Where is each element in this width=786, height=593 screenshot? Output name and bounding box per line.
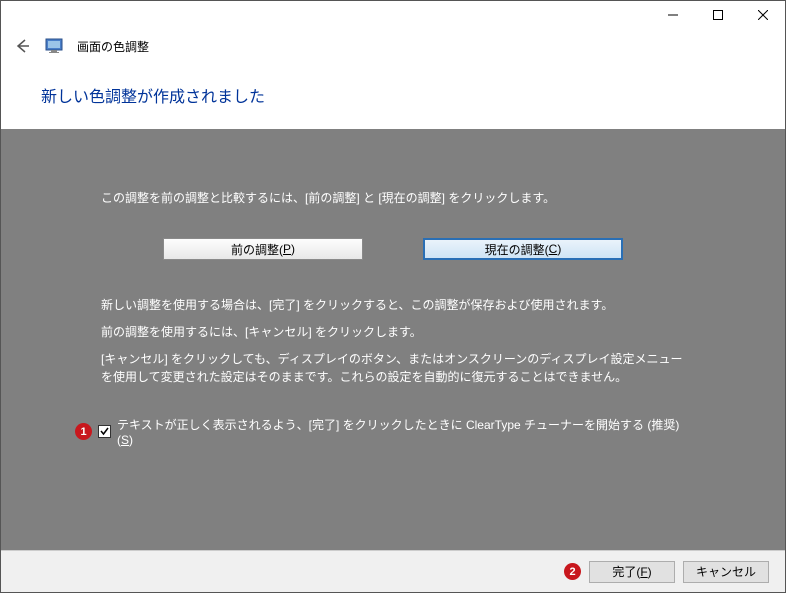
- btn-prev-pre: 前の調整(: [231, 241, 283, 258]
- back-arrow-icon: [13, 37, 31, 55]
- app-icon: [45, 37, 63, 55]
- finish-pre: 完了(: [612, 565, 640, 579]
- cleartype-checkbox-row: 1 テキストが正しく表示されるよう、[完了] をクリックしたときに ClearT…: [75, 416, 685, 447]
- instruction-note: [キャンセル] をクリックしても、ディスプレイのボタン、またはオンスクリーンのデ…: [101, 350, 685, 386]
- back-button[interactable]: [13, 37, 31, 55]
- annotation-1: 1: [75, 423, 92, 440]
- checkmark-icon: [99, 426, 110, 437]
- finish-post: ): [648, 565, 652, 579]
- btn-prev-post: ): [291, 242, 295, 256]
- btn-prev-key: P: [283, 242, 291, 256]
- instruction-compare: この調整を前の調整と比較するには、[前の調整] と [現在の調整] をクリックし…: [101, 189, 685, 206]
- check-label-pre: テキストが正しく表示されるよう、[完了] をクリックしたときに ClearTyp…: [117, 418, 679, 447]
- compare-button-row: 前の調整(P) 現在の調整(C): [101, 238, 685, 260]
- minimize-button[interactable]: [650, 1, 695, 29]
- footer: 2 完了(F) キャンセル: [1, 550, 785, 592]
- cleartype-checkbox[interactable]: [98, 425, 111, 438]
- titlebar: [1, 1, 785, 31]
- content-area: この調整を前の調整と比較するには、[前の調整] と [現在の調整] をクリックし…: [1, 129, 785, 561]
- app-title: 画面の色調整: [77, 38, 149, 55]
- current-calibration-button[interactable]: 現在の調整(C): [423, 238, 623, 260]
- annotation-2: 2: [564, 563, 581, 580]
- cleartype-checkbox-label: テキストが正しく表示されるよう、[完了] をクリックしたときに ClearTyp…: [117, 416, 685, 447]
- minimize-icon: [668, 10, 678, 20]
- btn-curr-post: ): [557, 242, 561, 256]
- finish-key: F: [640, 565, 647, 579]
- header: 画面の色調整: [1, 31, 785, 65]
- check-label-key: S: [121, 433, 129, 447]
- close-button[interactable]: [740, 1, 785, 29]
- maximize-icon: [713, 10, 723, 20]
- close-icon: [758, 10, 768, 20]
- maximize-button[interactable]: [695, 1, 740, 29]
- instruction-cancel: 前の調整を使用するには、[キャンセル] をクリックします。: [101, 323, 685, 340]
- check-label-post: ): [129, 433, 133, 447]
- page-heading: 新しい色調整が作成されました: [41, 83, 745, 107]
- heading-area: 新しい色調整が作成されました: [1, 65, 785, 129]
- btn-curr-key: C: [549, 242, 558, 256]
- previous-calibration-button[interactable]: 前の調整(P): [163, 238, 363, 260]
- finish-button[interactable]: 完了(F): [589, 561, 675, 583]
- instruction-finish: 新しい調整を使用する場合は、[完了] をクリックすると、この調整が保存および使用…: [101, 296, 685, 313]
- btn-curr-pre: 現在の調整(: [485, 241, 549, 258]
- cancel-button[interactable]: キャンセル: [683, 561, 769, 583]
